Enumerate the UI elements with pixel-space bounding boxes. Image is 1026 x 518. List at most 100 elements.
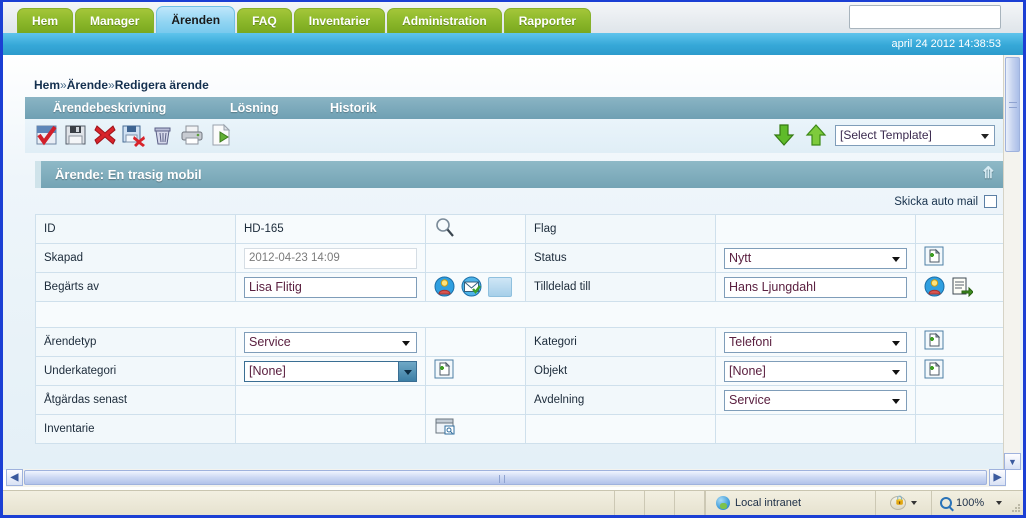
- template-select[interactable]: [Select Template]: [835, 124, 995, 146]
- tab-administration[interactable]: Administration: [387, 8, 502, 33]
- search-input[interactable]: [850, 6, 1000, 28]
- chevron-down-icon: [892, 398, 900, 404]
- tab-hem[interactable]: Hem: [17, 8, 74, 33]
- scroll-left-button[interactable]: ◀: [6, 469, 23, 486]
- zoom-control[interactable]: 100%: [931, 490, 1023, 515]
- label-flag: Flag: [525, 214, 716, 244]
- value-flag: [715, 214, 916, 244]
- table-row: Begärts av Lisa Flitig Tilldelad till Ha…: [35, 272, 1008, 302]
- status-select[interactable]: Nytt: [724, 247, 907, 269]
- new-document-icon[interactable]: [924, 330, 946, 352]
- tab-arenden[interactable]: Ärenden: [156, 6, 236, 33]
- scroll-down-button[interactable]: ▼: [1004, 453, 1021, 470]
- top-navigation-bar: Hem Manager Ärenden FAQ Inventarier Admi…: [3, 2, 1023, 33]
- cell-flag-icon: [915, 214, 1008, 244]
- panel-header: Ärende: En trasig mobil ⤊: [35, 161, 1007, 188]
- objekt-select[interactable]: [None]: [724, 360, 907, 382]
- cell-inventarie-blank1: [525, 414, 716, 444]
- breadcrumb-item-home[interactable]: Hem: [34, 78, 60, 92]
- label-avdelning: Avdelning: [525, 385, 716, 415]
- label-begarts-av: Begärts av: [35, 272, 236, 302]
- send-mail-icon[interactable]: [461, 276, 483, 298]
- new-document-icon[interactable]: [434, 359, 456, 381]
- avdelning-select[interactable]: Service: [724, 389, 907, 411]
- tilldelad-till-input[interactable]: [724, 276, 907, 298]
- search-magnifier-icon[interactable]: [434, 217, 456, 239]
- cell-inventarie-value: [235, 414, 426, 444]
- chevron-right-icon: ▶: [993, 472, 1002, 483]
- underkategori-select[interactable]: [None] [None] Dect Fast Mobil: [244, 360, 417, 382]
- browser-window: Hem Manager Ärenden FAQ Inventarier Admi…: [0, 0, 1026, 518]
- tab-faq[interactable]: FAQ: [237, 8, 292, 33]
- blank-button-icon[interactable]: [488, 277, 512, 297]
- page-title: Ärende: En trasig mobil: [55, 167, 202, 182]
- status-segment: [645, 490, 675, 515]
- green-down-arrow-icon[interactable]: [771, 123, 797, 147]
- cell-status-icon: [915, 243, 1008, 273]
- cell-atgardas-senast-value: [235, 385, 426, 415]
- subtab-losning[interactable]: Lösning: [230, 97, 279, 119]
- approve-check-icon[interactable]: [34, 122, 60, 148]
- label-tilldelad-till: Tilldelad till: [525, 272, 716, 302]
- page-content: Hem»Ärende»Redigera ärende Ärendebeskriv…: [3, 55, 1023, 470]
- print-icon[interactable]: [179, 122, 205, 148]
- label-underkategori: Underkategori: [35, 356, 236, 386]
- user-info-icon[interactable]: [434, 276, 456, 298]
- arendetyp-select[interactable]: Service: [244, 331, 417, 353]
- horizontal-scrollbar[interactable]: ◀ ▶: [6, 469, 1006, 487]
- record-toolbar: [Select Template]: [25, 119, 1007, 153]
- cell-tilldelad-till-icons: [915, 272, 1008, 302]
- security-zone[interactable]: Local intranet: [705, 490, 875, 515]
- green-up-arrow-icon[interactable]: [803, 123, 829, 147]
- new-document-icon[interactable]: [924, 359, 946, 381]
- save-and-delete-icon[interactable]: [121, 122, 147, 148]
- cell-inventarie-blank3: [915, 414, 1008, 444]
- label-arendetyp: Ärendetyp: [35, 327, 236, 357]
- chevron-down-icon[interactable]: [398, 361, 416, 381]
- toolbar-icon-group: [34, 122, 234, 148]
- cell-begarts-av-icons: [425, 272, 526, 302]
- chevron-down-icon: [996, 501, 1003, 505]
- tab-rapporter[interactable]: Rapporter: [503, 8, 592, 33]
- spacer-cell: [35, 301, 1008, 328]
- assign-user-icon[interactable]: [951, 276, 973, 298]
- avdelning-select-value: Service: [729, 392, 771, 407]
- run-document-icon[interactable]: [208, 122, 234, 148]
- breadcrumb: Hem»Ärende»Redigera ärende: [34, 78, 209, 92]
- scroll-right-button[interactable]: ▶: [989, 469, 1006, 486]
- horizontal-scroll-thumb[interactable]: [24, 470, 987, 485]
- auto-mail-checkbox[interactable]: [984, 195, 997, 208]
- cell-atgardas-senast-icon: [425, 385, 526, 415]
- tab-inventarier[interactable]: Inventarier: [293, 8, 386, 33]
- label-kategori: Kategori: [525, 327, 716, 357]
- magnifier-icon: [940, 497, 952, 509]
- vertical-scrollbar[interactable]: ▼: [1003, 55, 1021, 470]
- delete-red-x-icon[interactable]: [92, 122, 118, 148]
- subtab-arendebeskrivning[interactable]: Ärendebeskrivning: [53, 97, 166, 119]
- protected-mode-control[interactable]: [875, 490, 931, 515]
- zoom-level-label: 100%: [956, 497, 985, 509]
- inventory-lookup-icon[interactable]: [434, 417, 456, 439]
- security-zone-label: Local intranet: [735, 497, 802, 509]
- tab-manager[interactable]: Manager: [75, 8, 155, 33]
- scroll-grip: [1009, 102, 1017, 108]
- label-inventarie: Inventarie: [35, 414, 236, 444]
- save-icon[interactable]: [63, 122, 89, 148]
- breadcrumb-separator: »: [108, 78, 115, 92]
- cell-id-search: [425, 214, 526, 244]
- begarts-av-input[interactable]: [244, 276, 417, 298]
- user-info-icon[interactable]: [924, 276, 946, 298]
- vertical-scroll-thumb[interactable]: [1005, 57, 1020, 152]
- new-document-icon[interactable]: [924, 246, 946, 268]
- current-datetime: april 24 2012 14:38:53: [891, 38, 1001, 50]
- breadcrumb-item-arende[interactable]: Ärende: [67, 78, 108, 92]
- window-resize-grip[interactable]: [1011, 503, 1021, 513]
- label-status: Status: [525, 243, 716, 273]
- trash-icon[interactable]: [150, 122, 176, 148]
- chevron-down-icon: [892, 256, 900, 262]
- underkategori-select-value: [None]: [249, 363, 286, 378]
- kategori-select[interactable]: Telefoni: [724, 331, 907, 353]
- subtab-historik[interactable]: Historik: [330, 97, 377, 119]
- double-chevron-up-icon[interactable]: ⤊: [982, 165, 995, 183]
- objekt-select-value: [None]: [729, 363, 766, 378]
